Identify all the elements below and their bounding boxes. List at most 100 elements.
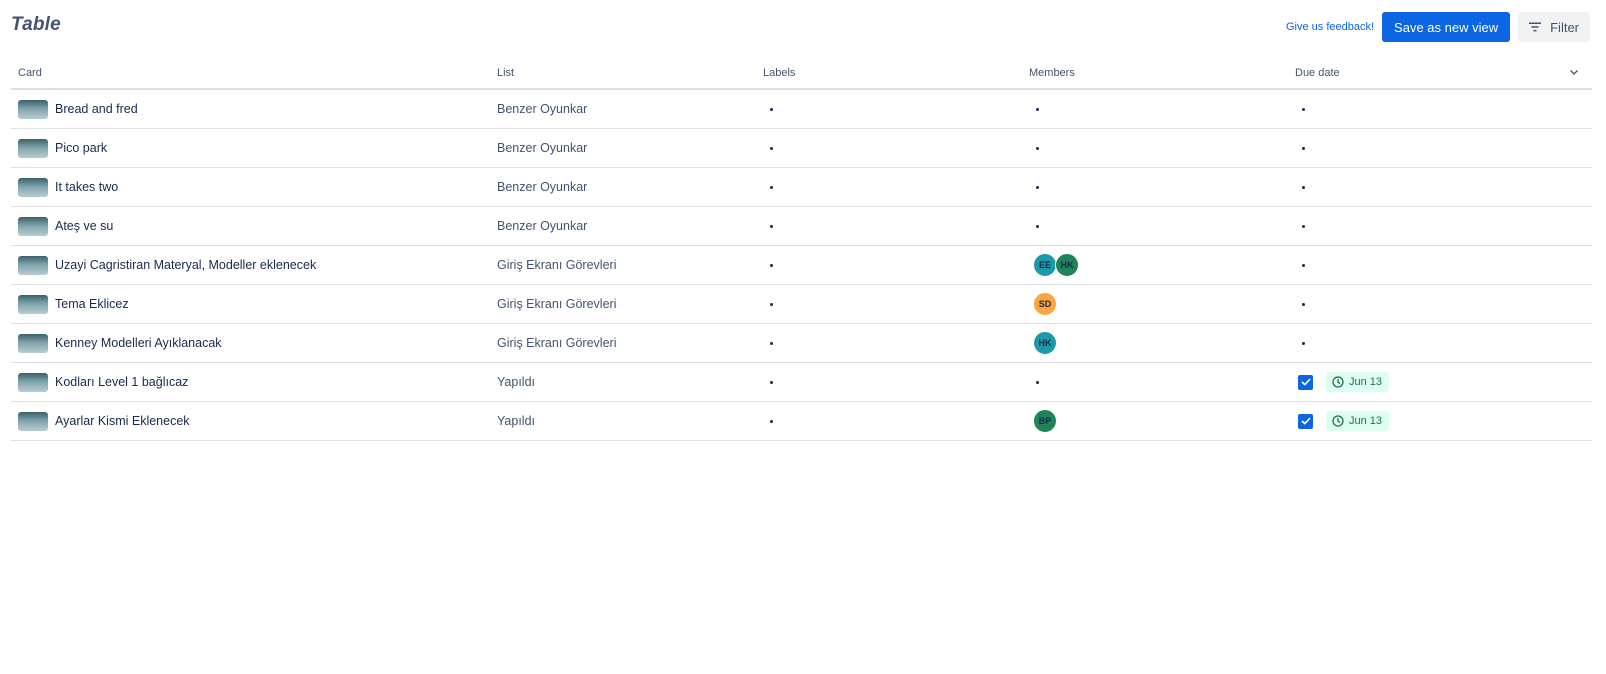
card-cell: Pico park: [18, 129, 107, 167]
card-title[interactable]: Bread and fred: [55, 102, 138, 116]
clock-icon: [1332, 376, 1344, 388]
due-date-badge[interactable]: Jun 13: [1326, 411, 1390, 431]
members-cell: [1036, 363, 1039, 401]
chevron-down-icon[interactable]: [1568, 66, 1580, 78]
due-date-cell: Jun 13: [1298, 402, 1390, 440]
list-cell: Giriş Ekranı Görevleri: [497, 246, 616, 284]
empty-placeholder-dot: [1302, 107, 1305, 111]
feedback-link[interactable]: Give us feedback!: [1286, 21, 1374, 33]
empty-placeholder-dot: [1036, 380, 1039, 384]
empty-placeholder-dot: [770, 107, 773, 111]
clock-icon: [1332, 415, 1344, 427]
table-row[interactable]: Ayarlar Kismi Eklenecek Yapıldı BP Jun 13: [11, 402, 1592, 441]
due-date-cell: [1302, 207, 1305, 245]
table-row[interactable]: Pico park Benzer Oyunkar: [11, 129, 1592, 168]
empty-placeholder-dot: [1302, 224, 1305, 228]
empty-placeholder-dot: [1302, 341, 1305, 345]
empty-placeholder-dot: [770, 302, 773, 306]
column-header-members[interactable]: Members: [1029, 67, 1075, 79]
due-date-badge[interactable]: Jun 13: [1326, 372, 1390, 392]
members-cell: [1036, 168, 1039, 206]
card-title[interactable]: Ayarlar Kismi Eklenecek: [55, 414, 190, 428]
members-cell: EE HK: [1033, 246, 1079, 284]
avatar[interactable]: SD: [1033, 292, 1057, 316]
list-name: Benzer Oyunkar: [497, 219, 588, 233]
due-date-cell: [1302, 324, 1305, 362]
due-date-cell: Jun 13: [1298, 363, 1390, 401]
member-avatars: EE HK: [1033, 253, 1079, 277]
avatar[interactable]: EE: [1033, 253, 1057, 277]
list-cell: Yapıldı: [497, 402, 535, 440]
card-cover-thumbnail: [18, 99, 48, 119]
empty-placeholder-dot: [1302, 185, 1305, 189]
labels-cell: [770, 285, 773, 323]
list-cell: Benzer Oyunkar: [497, 90, 587, 128]
members-cell: [1036, 90, 1039, 128]
empty-placeholder-dot: [770, 185, 773, 189]
filter-icon: [1529, 22, 1542, 32]
card-cover-thumbnail: [18, 216, 48, 236]
labels-cell: [770, 363, 773, 401]
due-complete-checkbox[interactable]: [1298, 374, 1313, 390]
list-name: Benzer Oyunkar: [497, 102, 588, 116]
members-cell: HK: [1033, 324, 1057, 362]
due-date-cell: [1302, 168, 1305, 206]
card-title[interactable]: It takes two: [55, 180, 118, 194]
table-row[interactable]: Uzayi Cagristiran Materyal, Modeller ekl…: [11, 246, 1592, 285]
avatar[interactable]: HK: [1033, 331, 1057, 355]
filter-button[interactable]: Filter: [1518, 12, 1590, 42]
card-title[interactable]: Ateş ve su: [55, 219, 113, 233]
members-cell: SD: [1033, 285, 1057, 323]
table-row[interactable]: Tema Eklicez Giriş Ekranı Görevleri SD: [11, 285, 1592, 324]
card-cover-thumbnail: [18, 255, 48, 275]
due-complete-checkbox[interactable]: [1298, 413, 1313, 429]
avatar[interactable]: HK: [1055, 253, 1079, 277]
due-date-text: Jun 13: [1349, 376, 1383, 388]
card-cover-thumbnail: [18, 372, 48, 392]
table-row[interactable]: Kodları Level 1 bağlıcaz Yapıldı Jun 13: [11, 363, 1592, 402]
card-title[interactable]: Tema Eklicez: [55, 297, 129, 311]
table-header-bar: Table Give us feedback! Save as new view…: [0, 0, 1606, 56]
column-header-labels[interactable]: Labels: [763, 67, 795, 79]
save-as-new-view-button[interactable]: Save as new view: [1382, 12, 1511, 42]
table-row[interactable]: It takes two Benzer Oyunkar: [11, 168, 1592, 207]
column-header-due-date[interactable]: Due date: [1295, 67, 1340, 79]
card-cover-thumbnail: [18, 333, 48, 353]
list-cell: Benzer Oyunkar: [497, 129, 587, 167]
labels-cell: [770, 168, 773, 206]
list-name: Giriş Ekranı Görevleri: [497, 297, 617, 311]
table-row[interactable]: Bread and fred Benzer Oyunkar: [11, 90, 1592, 129]
table-row[interactable]: Ateş ve su Benzer Oyunkar: [11, 207, 1592, 246]
card-cover-thumbnail: [18, 177, 48, 197]
empty-placeholder-dot: [1036, 185, 1039, 189]
card-cover-thumbnail: [18, 411, 48, 431]
empty-placeholder-dot: [770, 419, 773, 423]
list-name: Yapıldı: [497, 414, 535, 428]
card-title[interactable]: Uzayi Cagristiran Materyal, Modeller ekl…: [55, 258, 316, 272]
avatar[interactable]: BP: [1033, 409, 1057, 433]
card-cover-thumbnail: [18, 294, 48, 314]
table-body: Bread and fred Benzer Oyunkar Pico park Ben…: [11, 90, 1592, 441]
column-header-list[interactable]: List: [497, 67, 514, 79]
card-title[interactable]: Pico park: [55, 141, 107, 155]
list-cell: Benzer Oyunkar: [497, 207, 587, 245]
card-cell: Ateş ve su: [18, 207, 113, 245]
table-row[interactable]: Kenney Modelleri Ayıklanacak Giriş Ekranı…: [11, 324, 1592, 363]
empty-placeholder-dot: [770, 224, 773, 228]
card-title[interactable]: Kenney Modelleri Ayıklanacak: [55, 336, 222, 350]
card-cell: Kenney Modelleri Ayıklanacak: [18, 324, 222, 362]
list-cell: Benzer Oyunkar: [497, 168, 587, 206]
labels-cell: [770, 402, 773, 440]
cards-table: Card List Labels Members Due date Bread …: [11, 60, 1592, 441]
empty-placeholder-dot: [770, 146, 773, 150]
list-name: Benzer Oyunkar: [497, 141, 588, 155]
column-header-card[interactable]: Card: [18, 67, 42, 79]
list-cell: Yapıldı: [497, 363, 535, 401]
due-date-cell: [1302, 246, 1305, 284]
card-title[interactable]: Kodları Level 1 bağlıcaz: [55, 375, 188, 389]
empty-placeholder-dot: [770, 341, 773, 345]
checkmark-icon: [1300, 417, 1311, 425]
due-date-cell: [1302, 90, 1305, 128]
empty-placeholder-dot: [1036, 146, 1039, 150]
card-cell: It takes two: [18, 168, 118, 206]
